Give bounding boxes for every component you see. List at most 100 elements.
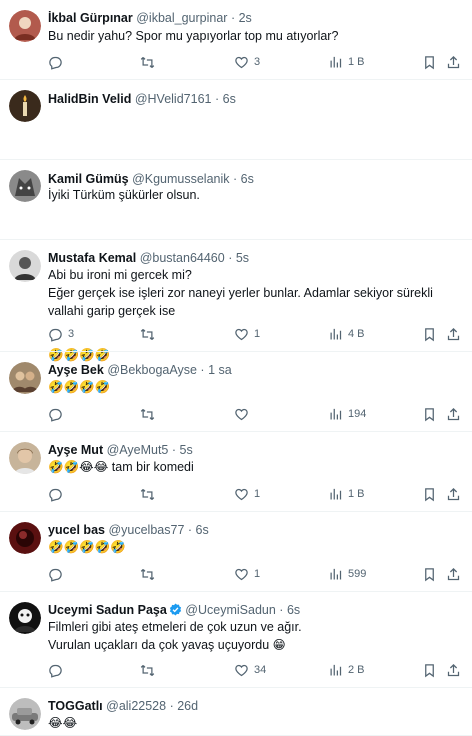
display-name[interactable]: Mustafa Kemal — [48, 251, 136, 265]
user-handle[interactable]: @bustan64460 — [140, 251, 225, 265]
timestamp[interactable]: 6s — [241, 172, 254, 186]
timestamp[interactable]: 2s — [239, 11, 252, 25]
user-handle[interactable]: @AyeMut5 — [107, 443, 169, 457]
like-button[interactable] — [234, 406, 254, 422]
display-name[interactable]: Kamil Gümüş — [48, 172, 129, 186]
tweet-text-content: 🤣🤣😂😂 tam bir komedi — [48, 460, 194, 474]
display-name[interactable]: İkbal Gürpınar — [48, 11, 133, 25]
views-count: 1 B — [348, 56, 365, 68]
views-button[interactable]: 599 — [328, 566, 366, 582]
reply-button[interactable]: 3 — [48, 326, 74, 342]
reply-button[interactable] — [48, 54, 68, 70]
user-handle[interactable]: @ali22528 — [106, 699, 166, 713]
retweet-button[interactable] — [140, 486, 160, 502]
reply-tweet[interactable]: TOGGatlı @ali22528 · 26d 😂😂 — [0, 688, 472, 736]
avatar[interactable] — [9, 250, 41, 282]
retweet-button[interactable] — [140, 662, 160, 678]
tweet-text: 😂😂 — [48, 714, 460, 732]
dark-red-avatar — [9, 522, 41, 554]
tweet-text: 🤣🤣🤣🤣🤣 — [48, 538, 460, 556]
retweet-button[interactable] — [140, 326, 160, 342]
user-handle[interactable]: @BekbogaAyse — [107, 363, 197, 377]
user-handle[interactable]: @UceymiSadun — [185, 603, 276, 617]
like-button[interactable]: 1 — [234, 326, 260, 342]
views-count: 194 — [348, 408, 367, 420]
reply-tweet[interactable]: İkbal Gürpınar @ikbal_gurpinar · 2s Bu ne… — [0, 0, 472, 80]
views-button[interactable]: 1 B — [328, 486, 365, 502]
timestamp[interactable]: 26d — [177, 699, 198, 713]
like-button[interactable]: 34 — [234, 662, 266, 678]
timestamp[interactable]: 6s — [223, 92, 236, 106]
reply-tweet[interactable]: Ayşe Mut @AyeMut5 · 5s 🤣🤣😂😂 tam bir komed… — [0, 432, 472, 512]
share-button[interactable] — [446, 662, 461, 678]
share-button[interactable] — [446, 486, 461, 502]
bookmark-button[interactable] — [422, 566, 437, 582]
reply-button[interactable] — [48, 406, 68, 422]
tweet-text: 🤣🤣😂😂 tam bir komedi — [48, 458, 460, 476]
tweet-text: Bu nedir yahu? Spor mu yapıyorlar top mu… — [48, 27, 460, 45]
reply-tweet[interactable]: yucel bas @yucelbas77 · 6s 🤣🤣🤣🤣🤣 1 599 — [0, 512, 472, 592]
user-handle[interactable]: @yucelbas77 — [108, 523, 184, 537]
display-name[interactable]: yucel bas — [48, 523, 105, 537]
retweet-button[interactable] — [140, 406, 160, 422]
reply-tweet[interactable]: Uceymi Sadun Paşa @UceymiSadun · 6s Filml… — [0, 592, 472, 688]
reply-button[interactable] — [48, 566, 68, 582]
header-separator: · — [228, 251, 233, 265]
timestamp[interactable]: 5s — [180, 443, 193, 457]
display-name[interactable]: Uceymi Sadun Paşa — [48, 603, 167, 617]
retweet-button[interactable] — [140, 54, 160, 70]
display-name[interactable]: TOGGatlı — [48, 699, 103, 713]
share-button[interactable] — [446, 326, 461, 342]
reply-tweet[interactable]: Mustafa Kemal @bustan64460 · 5s Abi bu ir… — [0, 240, 472, 352]
display-name[interactable]: Ayşe Mut — [48, 443, 103, 457]
like-button[interactable]: 1 — [234, 566, 260, 582]
views-button[interactable]: 194 — [328, 406, 366, 422]
views-button[interactable]: 2 B — [328, 662, 365, 678]
timestamp[interactable]: 6s — [196, 523, 209, 537]
bookmark-button[interactable] — [422, 326, 437, 342]
group-photo-avatar — [9, 362, 41, 394]
like-button[interactable]: 1 — [234, 486, 260, 502]
timestamp[interactable]: 1 sa — [208, 363, 232, 377]
avatar[interactable] — [9, 362, 41, 394]
avatar[interactable] — [9, 442, 41, 474]
avatar[interactable] — [9, 90, 41, 122]
views-button[interactable]: 4 B — [328, 326, 365, 342]
reply-button[interactable] — [48, 662, 68, 678]
reply-tweet[interactable]: HalidBin Velid @HVelid7161 · 6s İyiki Tür… — [0, 80, 472, 202]
avatar[interactable] — [9, 698, 41, 730]
bookmark-button[interactable] — [422, 54, 437, 70]
retweet-button[interactable] — [140, 566, 160, 582]
avatar[interactable] — [9, 602, 41, 634]
reply-tweet[interactable]: Kamil Gümüş @Kgumusselanik · 6s 🤣🤣🤣🤣 — [0, 160, 472, 362]
analytics-icon — [328, 55, 343, 70]
display-name[interactable]: HalidBin Velid — [48, 92, 131, 106]
user-handle[interactable]: @ikbal_gurpinar — [136, 11, 227, 25]
wolf-avatar — [9, 170, 41, 202]
views-button[interactable]: 1 B — [328, 54, 365, 70]
share-button[interactable] — [446, 54, 461, 70]
reply-feed: İkbal Gürpınar @ikbal_gurpinar · 2s Bu ne… — [0, 0, 472, 736]
like-button[interactable]: 3 — [234, 54, 260, 70]
reply-icon — [48, 663, 63, 678]
reply-button[interactable] — [48, 486, 68, 502]
share-button[interactable] — [446, 566, 461, 582]
heart-icon — [234, 55, 249, 70]
tweet-actions: 34 2 B — [48, 662, 461, 678]
bookmark-button[interactable] — [422, 662, 437, 678]
bookmark-button[interactable] — [422, 486, 437, 502]
user-handle[interactable]: @HVelid7161 — [135, 92, 212, 106]
timestamp[interactable]: 5s — [236, 251, 249, 265]
timestamp[interactable]: 6s — [287, 603, 300, 617]
reply-tweet[interactable]: Ayşe Bek @BekbogaAyse · 1 sa 🤣🤣🤣🤣 194 — [0, 352, 472, 432]
bookmark-icon — [422, 407, 437, 422]
masked-avatar — [9, 602, 41, 634]
user-handle[interactable]: @Kgumusselanik — [132, 172, 229, 186]
share-button[interactable] — [446, 406, 461, 422]
avatar[interactable] — [9, 170, 41, 202]
avatar[interactable] — [9, 10, 41, 42]
tweet-text-content: 😂😂 — [48, 716, 78, 730]
avatar[interactable] — [9, 522, 41, 554]
display-name[interactable]: Ayşe Bek — [48, 363, 104, 377]
bookmark-button[interactable] — [422, 406, 437, 422]
